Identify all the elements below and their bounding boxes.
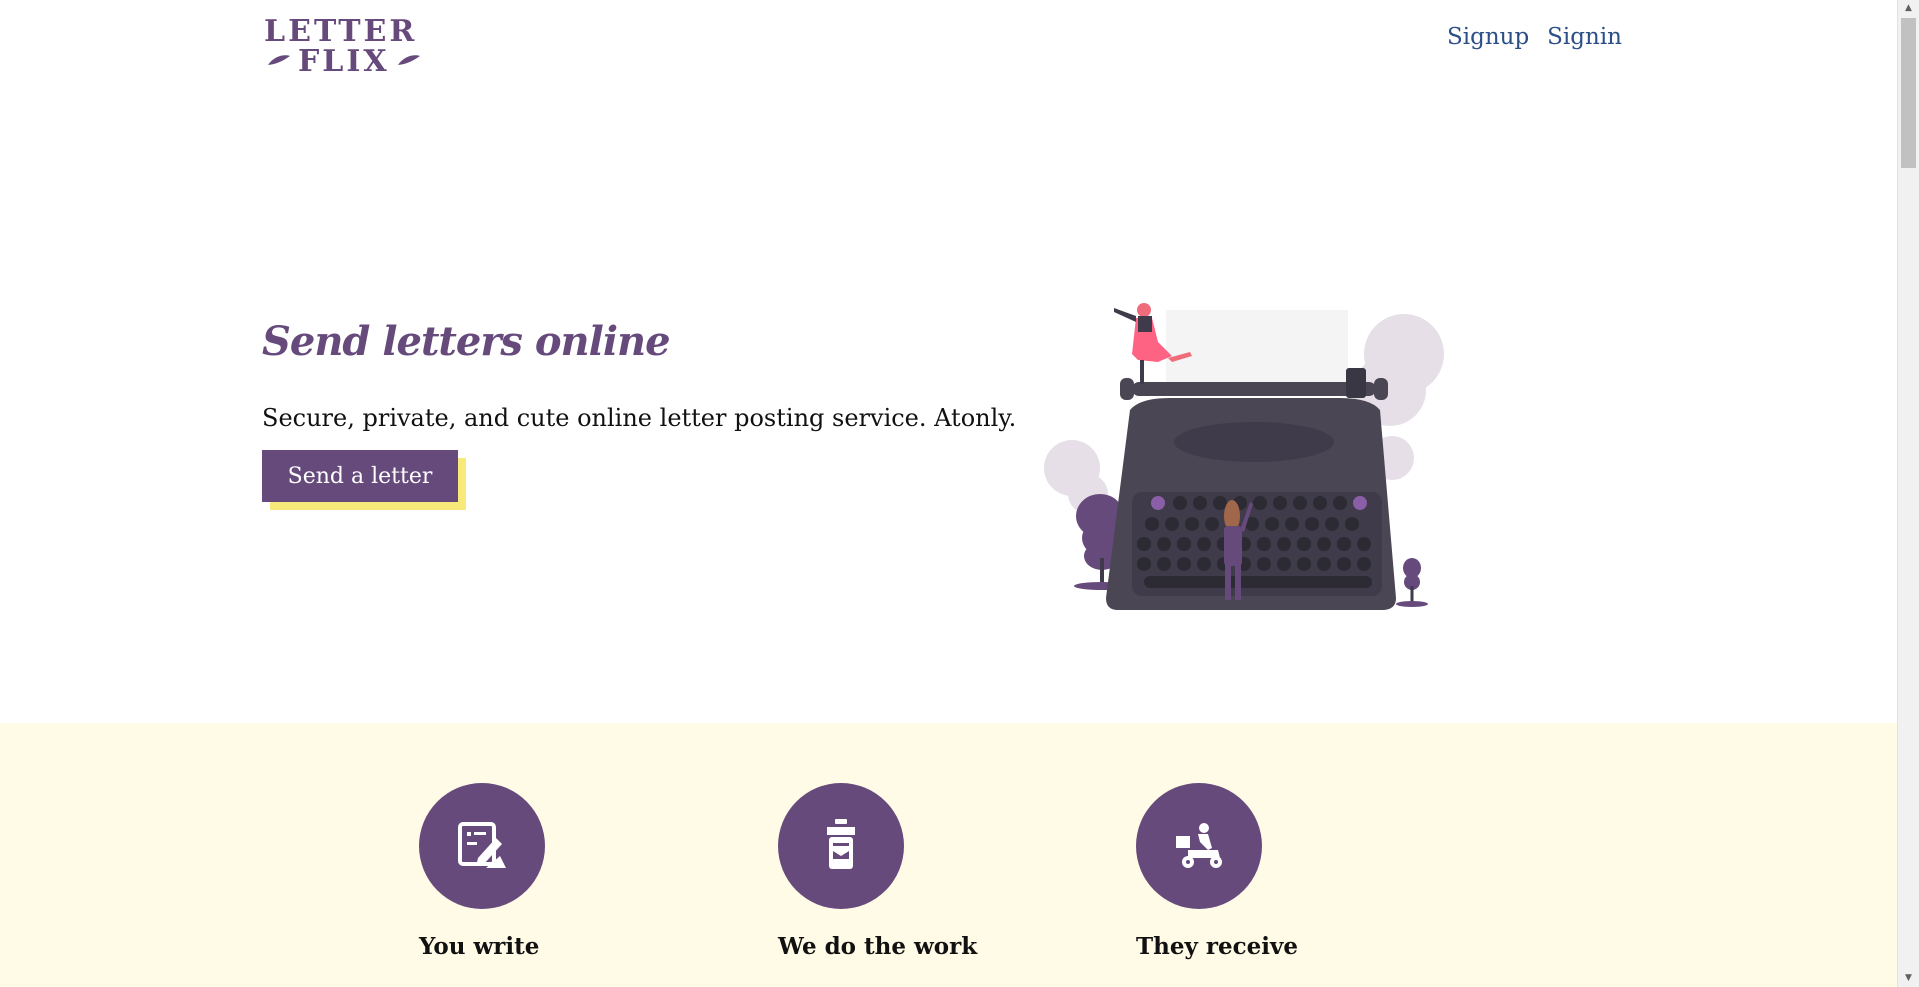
feature-label: You write bbox=[419, 933, 540, 960]
logo-text-line2: FLIX bbox=[298, 44, 390, 79]
signup-link[interactable]: Signup bbox=[1447, 24, 1529, 50]
site-header: LETTER FLIX Signup Signin bbox=[0, 0, 1898, 90]
feature-circle bbox=[419, 783, 545, 909]
vertical-scrollbar[interactable]: ▲ ▼ bbox=[1897, 0, 1919, 987]
feather-icon bbox=[398, 55, 420, 65]
signin-link[interactable]: Signin bbox=[1547, 24, 1622, 50]
feather-icon bbox=[268, 55, 290, 65]
feature-circle bbox=[778, 783, 904, 909]
logo[interactable]: LETTER FLIX bbox=[262, 14, 426, 79]
scrollbar-thumb[interactable] bbox=[1901, 18, 1916, 168]
cta-wrapper: Send a letter bbox=[262, 450, 466, 512]
postbox-icon bbox=[827, 819, 855, 869]
page: LETTER FLIX Signup Signin Send letters o… bbox=[0, 0, 1898, 987]
feature-we-do-the-work: We do the work bbox=[778, 783, 1078, 960]
top-nav: Signup Signin bbox=[1447, 24, 1622, 50]
feature-label: They receive bbox=[1136, 933, 1298, 960]
features-section: You write We do the work They receive bbox=[0, 723, 1898, 987]
feature-they-receive: They receive bbox=[1136, 783, 1436, 960]
feature-you-write: You write bbox=[419, 783, 719, 960]
hero-title: Send letters online bbox=[262, 318, 671, 365]
scroll-down-icon[interactable]: ▼ bbox=[1898, 970, 1919, 987]
feature-circle bbox=[1136, 783, 1262, 909]
send-letter-button[interactable]: Send a letter bbox=[262, 450, 458, 502]
scroll-up-icon[interactable]: ▲ bbox=[1898, 0, 1919, 17]
hero-subtitle: Secure, private, and cute online letter … bbox=[262, 404, 1017, 432]
typewriter-illustration bbox=[1044, 303, 1444, 610]
feature-label: We do the work bbox=[778, 933, 978, 960]
write-letter-icon bbox=[458, 822, 506, 868]
delivery-scooter-icon bbox=[1176, 823, 1222, 868]
